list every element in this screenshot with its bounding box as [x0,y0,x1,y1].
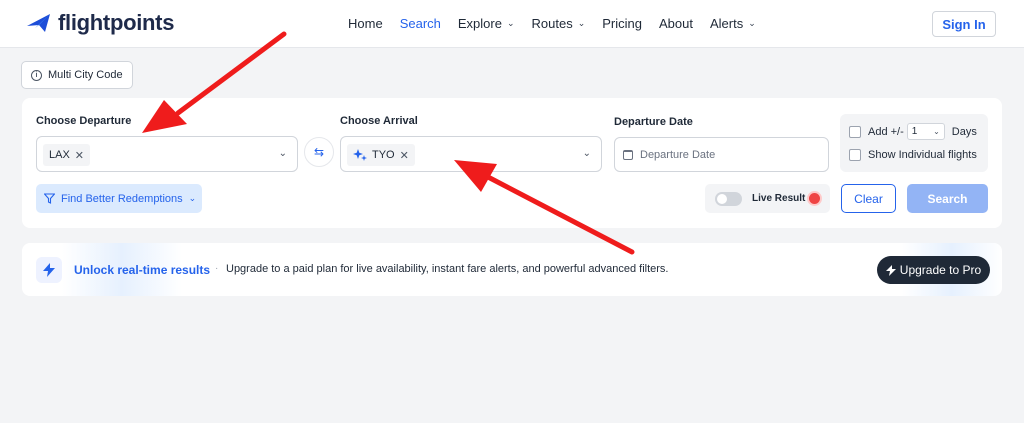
banner-separator: · [215,263,219,274]
nav-search-label: Search [399,16,441,31]
sign-in-button[interactable]: Sign In [932,11,996,37]
flex-days-label: Add +/- [868,125,904,138]
arrival-select[interactable]: TYO ✕ ⌄ [340,136,602,172]
departure-date-input[interactable]: Departure Date [614,137,829,172]
search-options-panel: Add +/- 1 ⌄ Days Show Individual flights [840,114,988,172]
individual-flights-row: Show Individual flights [849,149,977,161]
flex-days-value: 1 [911,126,918,137]
nav-pricing[interactable]: Pricing [602,16,642,31]
brand-name: flightpoints [58,10,175,35]
nav-home-label: Home [348,16,383,31]
find-better-label: Find Better Redemptions [61,192,183,205]
date-placeholder: Departure Date [640,148,716,161]
departure-label: Choose Departure [36,115,132,127]
departure-select[interactable]: LAX ✕ ⌄ [36,136,298,172]
nav-links: Home Search Explore ⌄ Routes ⌄ Pricing Abo… [348,16,756,31]
find-better-redemptions-button[interactable]: Find Better Redemptions ⌄ [36,184,202,213]
live-result-toggle[interactable] [715,191,742,206]
arrival-label: Choose Arrival [340,115,418,127]
chevron-down-icon: ⌄ [748,18,756,28]
flex-days-row: Add +/- 1 ⌄ Days [849,123,977,140]
multi-city-label: Multi City Code [48,69,123,81]
banner-title[interactable]: Unlock real-time results [74,263,210,277]
upgrade-label: Upgrade to Pro [899,263,982,277]
search-card: Choose Departure LAX ✕ ⌄ ⇆ Choose Arriva… [22,98,1002,228]
clear-button[interactable]: Clear [841,184,896,213]
departure-chip-label: LAX [49,149,70,161]
info-icon: i [31,69,42,81]
live-status-dot [809,193,821,204]
brand-logo[interactable]: flightpoints [26,10,174,36]
banner-description: Upgrade to a paid plan for live availabi… [226,263,669,275]
nav-alerts[interactable]: Alerts ⌄ [710,16,756,31]
calendar-icon [623,149,633,160]
arrival-chip-label: TYO [372,149,395,161]
individual-flights-checkbox[interactable] [849,149,861,161]
bolt-icon [885,264,896,276]
chevron-down-icon[interactable]: ⌄ [279,148,287,159]
nav-home[interactable]: Home [348,16,383,31]
remove-departure-icon[interactable]: ✕ [75,149,84,162]
live-result-label: Live Result [752,193,806,204]
flex-days-unit: Days [951,125,977,138]
nav-about-label: About [659,16,693,31]
sparkle-icon [353,149,367,161]
upgrade-to-pro-button[interactable]: Upgrade to Pro [877,256,990,284]
arrival-chip: TYO ✕ [347,144,415,166]
search-button[interactable]: Search [907,184,988,213]
bolt-icon-box [36,257,62,283]
nav-about[interactable]: About [659,16,693,31]
departure-chip: LAX ✕ [43,144,91,166]
nav-explore[interactable]: Explore ⌄ [458,16,515,31]
chevron-down-icon: ⌄ [506,18,515,28]
nav-pricing-label: Pricing [602,16,643,31]
bolt-icon [43,263,55,277]
chevron-down-icon[interactable]: ⌄ [583,148,591,159]
filter-icon [44,193,55,204]
nav-routes-label: Routes [531,16,573,31]
swap-icon: ⇆ [313,145,325,159]
nav-routes[interactable]: Routes ⌄ [532,16,586,31]
chevron-down-icon: ⌄ [188,193,197,203]
swap-airports-button[interactable]: ⇆ [304,137,334,167]
live-result-control: Live Result [705,184,830,213]
plane-logo-icon [27,14,50,32]
multi-city-code-button[interactable]: i Multi City Code [21,61,133,89]
individual-flights-label: Show Individual flights [868,149,977,161]
chevron-down-icon: ⌄ [933,127,940,136]
chevron-down-icon: ⌄ [577,18,586,28]
nav-search[interactable]: Search [400,16,441,31]
date-label: Departure Date [614,116,693,128]
upgrade-banner: Unlock real-time results · Upgrade to a … [22,243,1002,296]
flex-days-checkbox[interactable] [849,125,861,138]
nav-explore-label: Explore [457,16,502,31]
nav-alerts-label: Alerts [710,16,744,31]
flex-days-select[interactable]: 1 ⌄ [906,123,945,140]
top-navbar: flightpoints Home Search Explore ⌄ Routes… [0,0,1024,48]
remove-arrival-icon[interactable]: ✕ [400,149,409,162]
